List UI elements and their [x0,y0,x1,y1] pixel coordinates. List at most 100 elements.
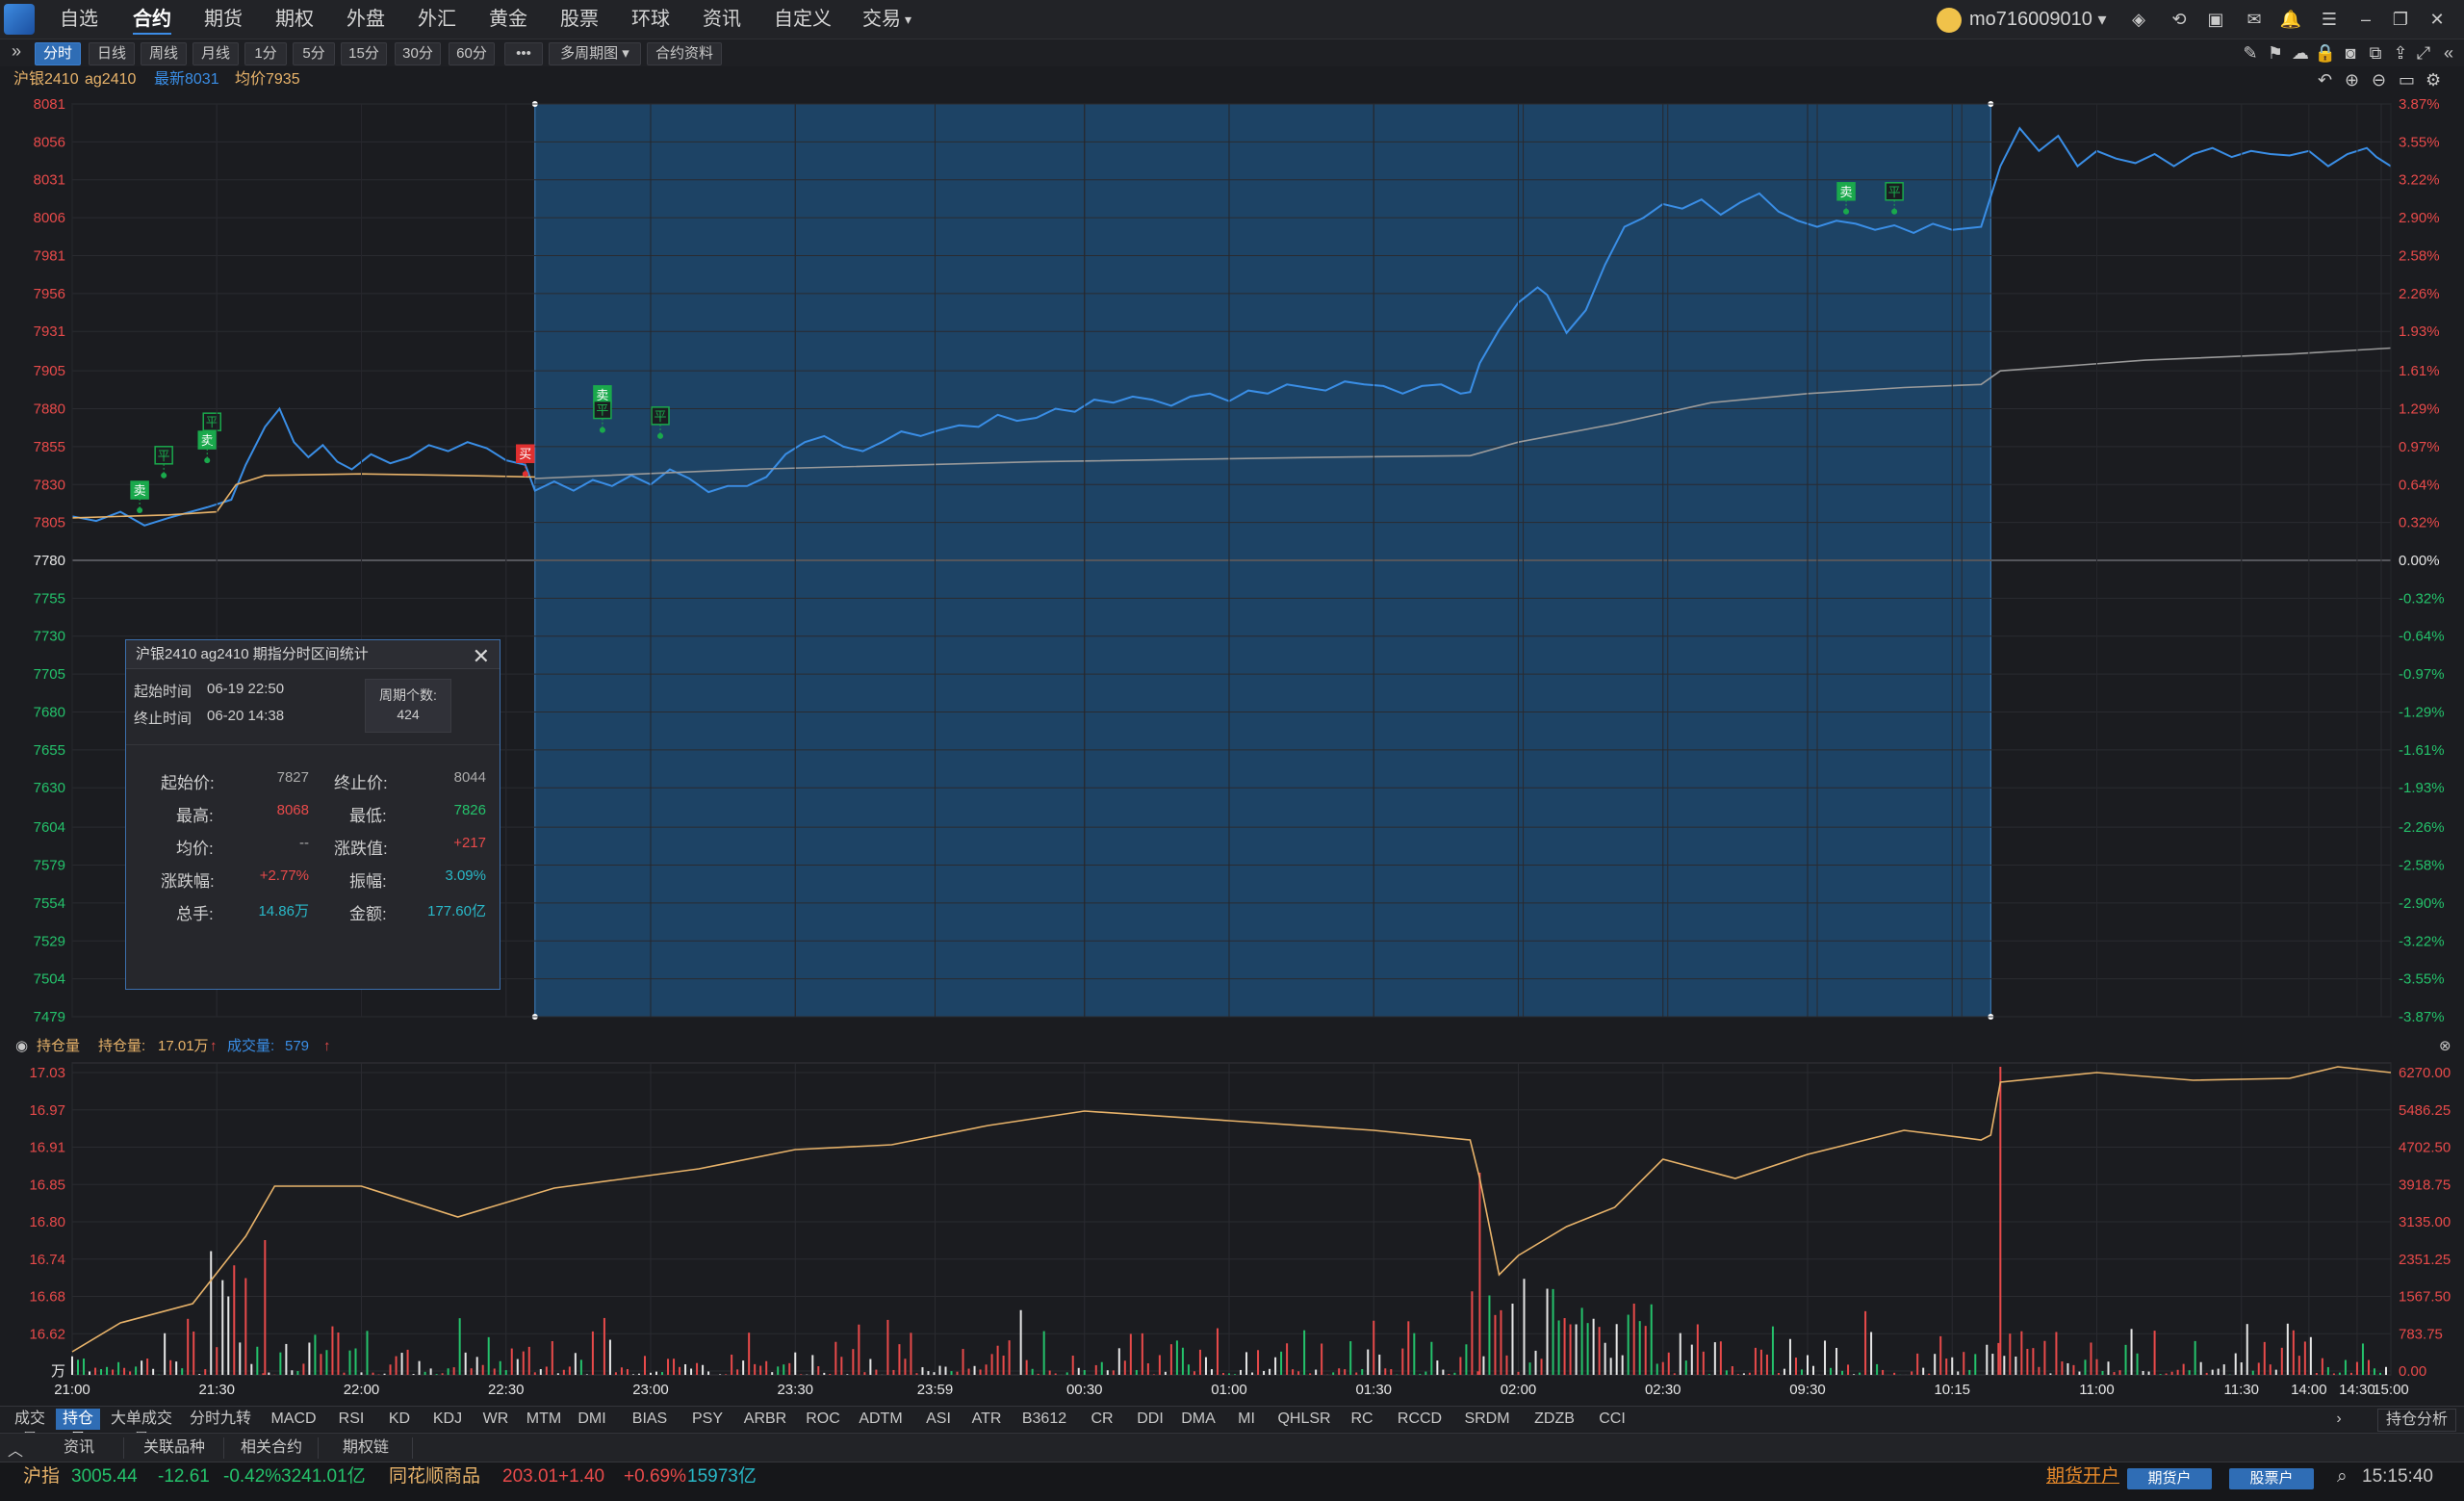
indicator-tab-qhlsr[interactable]: QHLSR [1272,1409,1336,1430]
futures-open-account-link[interactable]: 期货开户 [2046,1462,2119,1491]
futures-account-button[interactable]: 期货户 [2127,1468,2212,1489]
camera-icon[interactable]: ◙ [2339,41,2362,65]
indicator-tab-dmi[interactable]: DMI [570,1409,614,1430]
period-button-month[interactable]: 月线 [192,42,239,65]
jiaoyi-dropdown-icon[interactable]: ▾ [905,0,911,39]
period-button-30min[interactable]: 30分 [395,42,441,65]
indicator-tab-psy[interactable]: PSY [685,1409,730,1430]
tab-related-contracts[interactable]: 相关合约 [225,1437,319,1459]
menu-item-qihuo[interactable]: 期货 [204,0,243,39]
menu-item-huanqiu[interactable]: 环球 [631,0,670,39]
menu-item-waihui[interactable]: 外汇 [418,0,456,39]
username[interactable]: mo716009010 [1969,0,2092,39]
indicator-tab-dma[interactable]: DMA [1176,1409,1220,1430]
indicator-tab-arbr[interactable]: ARBR [733,1409,797,1430]
indicator-tab-成交量[interactable]: 成交量 [8,1409,52,1448]
draw-icon[interactable]: ✎ [2239,41,2262,65]
tab-news[interactable]: 资讯 [35,1437,124,1459]
menu-item-zidingyi[interactable]: 自定义 [774,0,832,39]
account-dropdown-icon[interactable]: ▾ [2091,8,2114,31]
indicator-tab-kdj[interactable]: KDJ [425,1409,470,1430]
minimize-icon[interactable]: – [2354,8,2377,31]
indicator-tab-ddi[interactable]: DDI [1128,1409,1172,1430]
undo-icon[interactable]: ↶ [2318,67,2332,92]
menu-item-waipan[interactable]: 外盘 [346,0,385,39]
period-button-60min[interactable]: 60分 [449,42,495,65]
zoom-in-icon[interactable]: ⊕ [2345,67,2359,92]
indicator-tab-asi[interactable]: ASI [916,1409,961,1430]
avatar[interactable] [1937,8,1962,33]
restore-icon[interactable]: ❐ [2389,8,2412,31]
layers-icon[interactable]: ◈ [2127,8,2150,31]
indicator-scroll-right-icon[interactable]: › [2329,1409,2348,1430]
screen-icon[interactable]: ▣ [2204,8,2227,31]
list-icon[interactable]: ☰ [2318,8,2341,31]
export-icon[interactable]: ⇪ [2389,41,2412,65]
indicator-tab-mi[interactable]: MI [1224,1409,1269,1430]
refresh-icon[interactable]: ⟲ [2168,8,2191,31]
mail-icon[interactable]: ✉ [2243,8,2266,31]
indicator-tab-cr[interactable]: CR [1080,1409,1124,1430]
period-button-5min[interactable]: 5分 [293,42,335,65]
indicator-tab-rsi[interactable]: RSI [329,1409,373,1430]
popup-close-icon[interactable]: ✕ [473,644,490,669]
indicator-tab-cci[interactable]: CCI [1590,1409,1634,1430]
indicator-tab-roc[interactable]: ROC [801,1409,845,1430]
sub-chart-toggle-icon[interactable]: ◉ [15,1034,28,1059]
menu-item-heyue[interactable]: 合约 [133,0,171,39]
indicator-tab-atr[interactable]: ATR [964,1409,1009,1430]
collapse-icon[interactable]: « [2437,41,2460,65]
expand-icon[interactable]: » [12,41,21,62]
indicator-tab-大单成交量[interactable]: 大单成交量 [104,1409,179,1448]
alert-icon[interactable]: ⚑ [2264,41,2287,65]
copy-icon[interactable]: ⧉ [2364,41,2387,65]
oi-volume-chart[interactable]: 17.03 6270.00 16.97 5486.25 16.91 4702.50 16.8… [0,1061,2464,1406]
indicator-tab-srdm[interactable]: SRDM [1455,1409,1519,1430]
period-button-1min[interactable]: 1分 [244,42,287,65]
lock-icon[interactable]: 🔒 [2314,41,2337,65]
index2-name[interactable]: 同花顺商品 [389,1462,480,1491]
settings-icon[interactable]: ⚙ [2426,67,2441,92]
menu-item-qiquan[interactable]: 期权 [275,0,314,39]
indicator-tab-rccd[interactable]: RCCD [1388,1409,1451,1430]
panel-toggle-icon[interactable]: ︿ [8,1437,23,1461]
y-tick-label: 7630 [34,780,65,796]
window-icon[interactable]: ▭ [2399,67,2415,92]
fullscreen-icon[interactable]: ⤢ [2412,41,2435,65]
tab-related-varieties[interactable]: 关联品种 [125,1437,224,1459]
menu-item-jiaoyi[interactable]: 交易 [862,0,901,39]
indicator-tab-adtm[interactable]: ADTM [849,1409,912,1430]
indicator-tab-mtm[interactable]: MTM [522,1409,566,1430]
menu-item-zixun[interactable]: 资讯 [703,0,741,39]
search-icon[interactable]: ⌕ [2337,1462,2348,1491]
range-stats-popup[interactable]: 沪银2410 ag2410 期指分时区间统计 ✕ 起始时间 06-19 22:5… [125,639,500,990]
contract-info-button[interactable]: 合约资料 [647,42,722,65]
close-icon[interactable]: ✕ [2426,8,2449,31]
indicator-tab-rc[interactable]: RC [1340,1409,1384,1430]
menu-item-huangjin[interactable]: 黄金 [489,0,527,39]
indicator-tab-wr[interactable]: WR [474,1409,518,1430]
stock-account-button[interactable]: 股票户 [2229,1468,2314,1489]
period-button-fenshi[interactable]: 分时 [35,42,81,65]
bell-icon[interactable]: 🔔 [2279,8,2302,31]
indicator-tab-分时九转[interactable]: 分时九转 [183,1409,258,1430]
indicator-tab-b3612[interactable]: B3612 [1013,1409,1076,1430]
cloud-icon[interactable]: ☁ [2289,41,2312,65]
menu-item-zixuan[interactable]: 自选 [60,0,98,39]
index1-name[interactable]: 沪指 [23,1462,60,1491]
multi-period-dropdown[interactable]: 多周期图 ▾ [549,42,641,65]
indicator-tab-bias[interactable]: BIAS [618,1409,681,1430]
period-button-week[interactable]: 周线 [141,42,187,65]
indicator-tab-持仓量[interactable]: 持仓量 [56,1409,100,1448]
zoom-out-icon[interactable]: ⊖ [2372,67,2386,92]
sub-chart-close-icon[interactable]: ⊗ [2439,1034,2451,1059]
tab-option-chain[interactable]: 期权链 [320,1437,413,1459]
indicator-tab-macd[interactable]: MACD [262,1409,325,1430]
period-button-day[interactable]: 日线 [89,42,135,65]
indicator-tab-zdzb[interactable]: ZDZB [1523,1409,1586,1430]
indicator-tab-kd[interactable]: KD [377,1409,422,1430]
period-button-15min[interactable]: 15分 [341,42,387,65]
menu-item-gupiao[interactable]: 股票 [560,0,599,39]
more-periods-button[interactable]: ••• [504,42,543,65]
oi-analysis-tab[interactable]: 持仓分析 [2377,1409,2456,1432]
